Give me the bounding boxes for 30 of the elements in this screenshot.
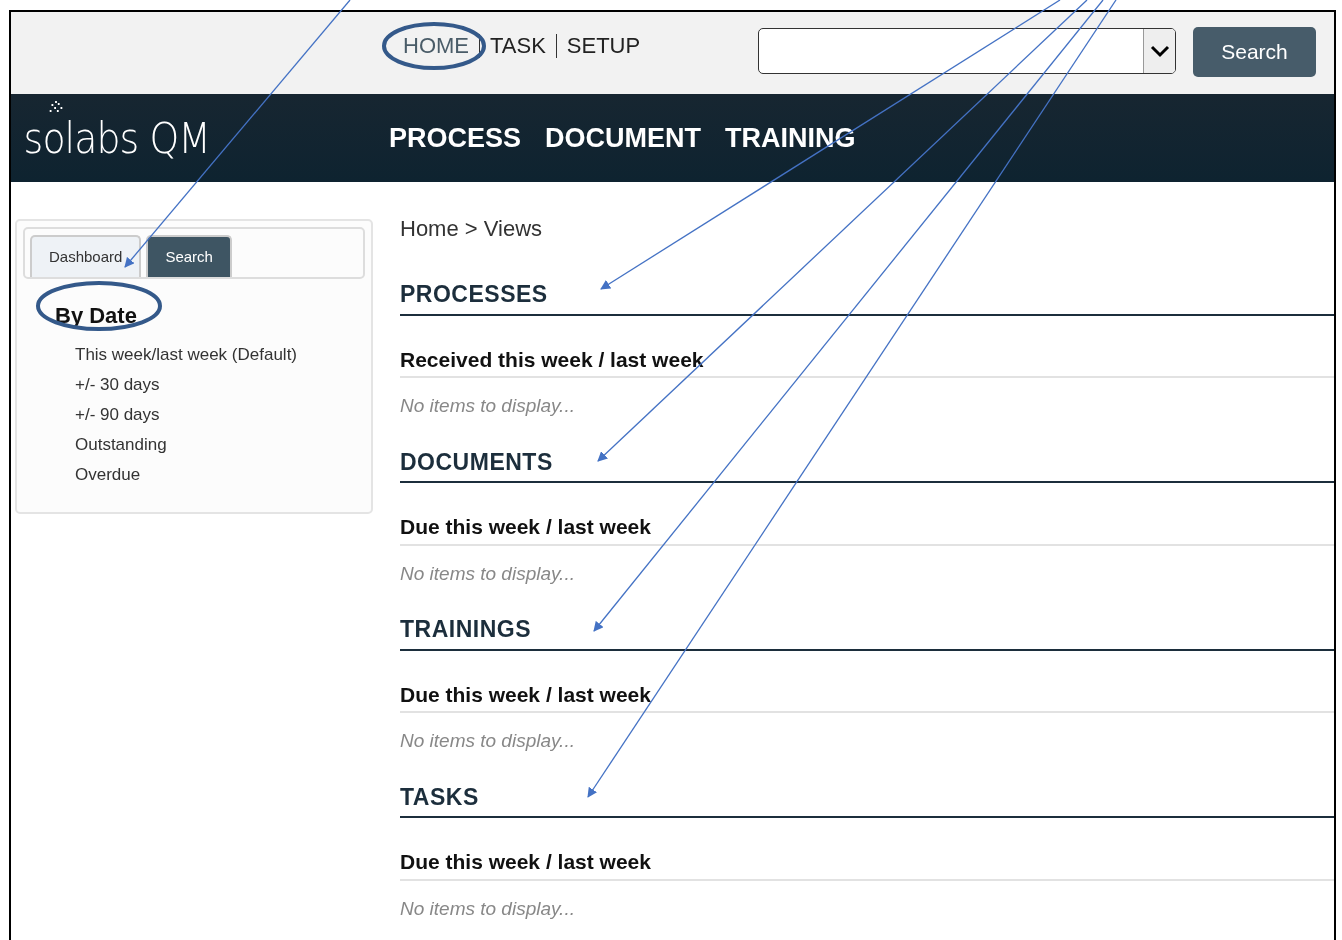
subsection-heading: Due this week / last week [400,846,1334,881]
sidebar-link[interactable]: This week/last week (Default) [75,340,365,370]
main-nav-link[interactable]: DOCUMENT [545,117,702,159]
dots-icon [47,98,64,113]
search-field[interactable] [758,28,1176,74]
empty-message: No items to display... [400,394,576,418]
sidebar-tab[interactable]: Search [146,235,232,277]
section-heading: PROCESSES [400,277,1334,316]
section-heading: TRAININGS [400,612,1334,651]
sidebar-link[interactable]: Overdue [75,460,365,490]
nav-link[interactable]: SETUP [555,34,651,58]
empty-message: No items to display... [400,896,576,921]
subsection-heading: Due this week / last week [400,678,1334,713]
subsection-heading: Due this week / last week [400,511,1334,546]
dropdown-caret-icon[interactable] [1149,44,1170,58]
breadcrumb: Home > Views [400,215,544,243]
sidebar-link[interactable]: Outstanding [75,430,365,460]
sidebar-link[interactable]: +/- 90 days [75,400,365,430]
section-heading: TASKS [400,779,1334,818]
nav-link[interactable]: TASK [479,34,556,58]
sidebar-tab[interactable]: Dashboard [30,235,142,277]
main-nav-link[interactable]: PROCESS [389,117,522,159]
empty-message: No items to display... [400,561,576,586]
empty-message: No items to display... [400,729,576,753]
subsection-heading: Received this week / last week [400,343,1334,378]
nav-link[interactable]: HOME [391,34,479,58]
sidebar-link[interactable]: +/- 30 days [75,370,365,400]
search-button[interactable]: Search [1193,27,1316,77]
logo: solabs QM [11,106,352,170]
section-heading: DOCUMENTS [400,444,1334,483]
